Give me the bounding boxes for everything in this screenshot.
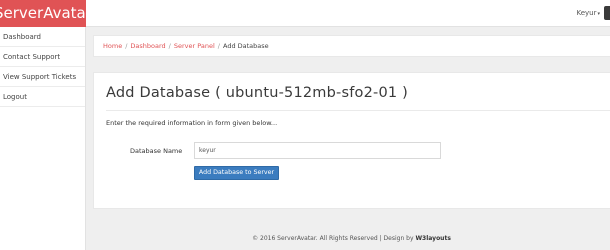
top-navbar: Keyur▾ [86, 0, 610, 27]
sidebar-item-dashboard[interactable]: Dashboard [0, 27, 85, 47]
footer-designer-link[interactable]: W3layouts [415, 235, 450, 242]
breadcrumb-separator: / [168, 42, 171, 50]
database-name-input[interactable] [194, 142, 441, 159]
breadcrumb-current: Add Database [223, 42, 269, 50]
sidebar-item-logout[interactable]: Logout [0, 87, 85, 107]
breadcrumb-separator: / [125, 42, 128, 50]
footer: © 2016 ServerAvatar. All Rights Reserved… [93, 235, 610, 242]
chevron-down-icon: ▾ [597, 11, 600, 17]
page-title: Add Database ( ubuntu-512mb-sfo2-01 ) [106, 85, 408, 101]
breadcrumb: Home / Dashboard / Server Panel / Add Database [93, 35, 610, 57]
breadcrumb-dashboard[interactable]: Dashboard [130, 42, 165, 50]
footer-copyright: © 2016 ServerAvatar. All Rights Reserved… [252, 235, 416, 242]
brand-logo[interactable]: ServerAvatar [0, 0, 86, 27]
brand-name: ServerAvatar [0, 4, 86, 22]
user-name: Keyur [576, 9, 597, 17]
avatar[interactable] [604, 6, 610, 20]
breadcrumb-home[interactable]: Home [103, 42, 122, 50]
sidebar-item-contact-support[interactable]: Contact Support [0, 47, 85, 67]
breadcrumb-separator: / [217, 42, 220, 50]
user-menu[interactable]: Keyur▾ [576, 9, 600, 17]
form-instructions: Enter the required information in form g… [106, 119, 278, 127]
sidebar: Dashboard Contact Support View Support T… [0, 27, 86, 250]
add-database-button[interactable]: Add Database to Server [194, 166, 279, 180]
add-database-panel: Add Database ( ubuntu-512mb-sfo2-01 ) En… [93, 72, 610, 209]
divider [106, 110, 610, 111]
database-name-label: Database Name [130, 147, 183, 155]
breadcrumb-server-panel[interactable]: Server Panel [174, 42, 215, 50]
sidebar-item-view-support-tickets[interactable]: View Support Tickets [0, 67, 85, 87]
